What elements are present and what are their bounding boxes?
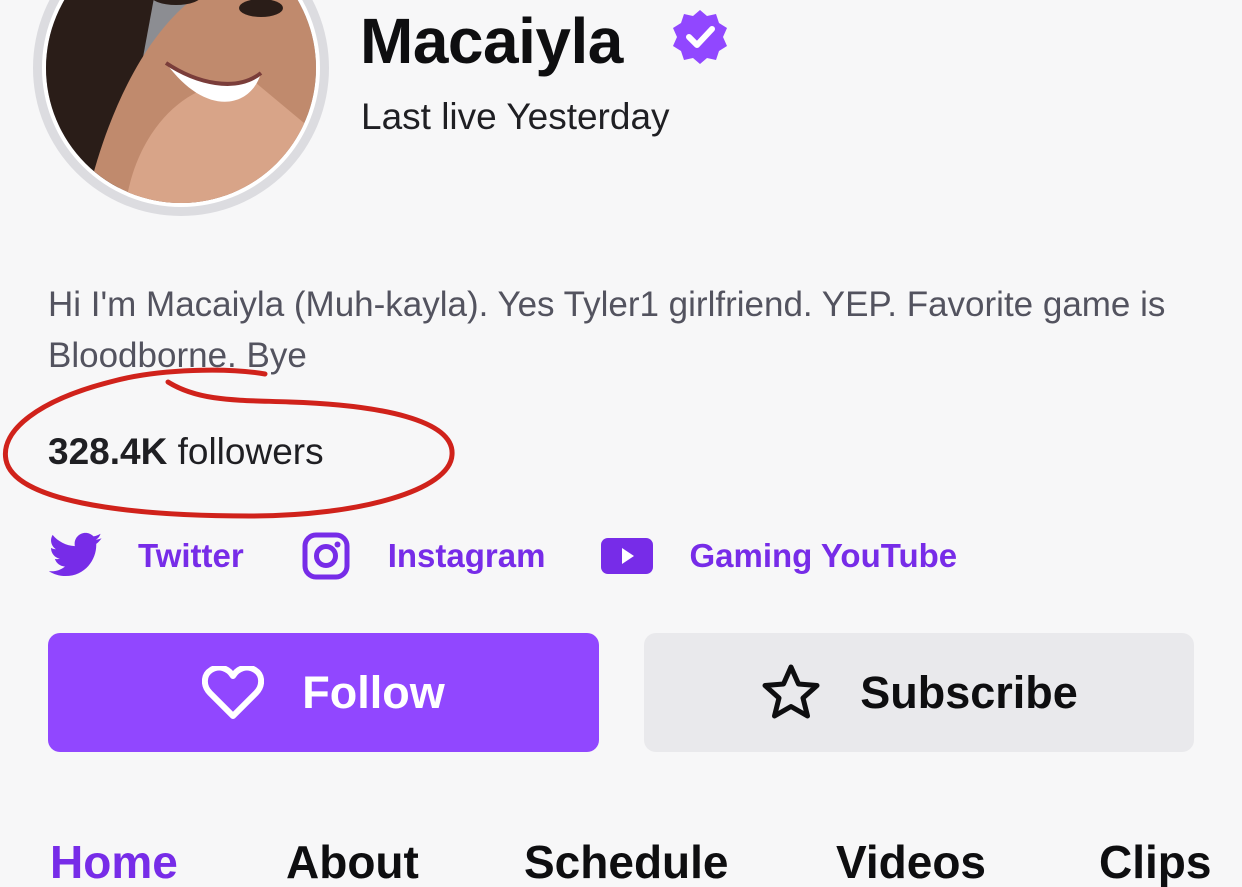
instagram-icon xyxy=(298,528,354,584)
verified-badge-icon xyxy=(671,8,729,66)
channel-profile: Macaiyla Last live Yesterday Hi I'm Maca… xyxy=(0,0,1242,887)
avatar-photo xyxy=(46,0,316,203)
tab-clips[interactable]: Clips xyxy=(1099,832,1211,887)
social-link-youtube[interactable]: Gaming YouTube xyxy=(599,528,957,584)
avatar[interactable] xyxy=(42,0,320,207)
heart-icon xyxy=(202,662,265,724)
follower-count-value: 328.4K xyxy=(48,431,168,472)
follower-count-label: followers xyxy=(167,431,324,472)
channel-bio: Hi I'm Macaiyla (Muh-kayla). Yes Tyler1 … xyxy=(48,285,1166,375)
channel-tabs: Home About Schedule Videos Clips xyxy=(0,832,1242,887)
social-link-instagram[interactable]: Instagram xyxy=(298,528,546,584)
youtube-icon xyxy=(599,528,655,584)
tab-schedule[interactable]: Schedule xyxy=(524,832,729,887)
avatar-ring xyxy=(33,0,329,216)
social-link-twitter[interactable]: Twitter xyxy=(48,528,244,584)
follow-button-label: Follow xyxy=(302,666,445,718)
social-links: Twitter Instagram Gaming YouTube xyxy=(48,528,1011,584)
social-link-label: Gaming YouTube xyxy=(689,537,958,574)
star-icon xyxy=(760,662,822,724)
channel-name: Macaiyla xyxy=(360,5,623,77)
follow-button[interactable]: Follow xyxy=(48,633,599,752)
social-link-label: Twitter xyxy=(138,537,244,574)
twitter-icon xyxy=(48,528,104,584)
subscribe-button[interactable]: Subscribe xyxy=(644,633,1194,752)
social-link-label: Instagram xyxy=(387,537,546,574)
tab-videos[interactable]: Videos xyxy=(836,832,986,887)
tab-home[interactable]: Home xyxy=(50,832,178,887)
follower-count: 328.4K followers xyxy=(48,428,324,476)
last-live-status: Last live Yesterday xyxy=(361,96,670,137)
subscribe-button-label: Subscribe xyxy=(860,666,1078,718)
tab-about[interactable]: About xyxy=(286,832,419,887)
